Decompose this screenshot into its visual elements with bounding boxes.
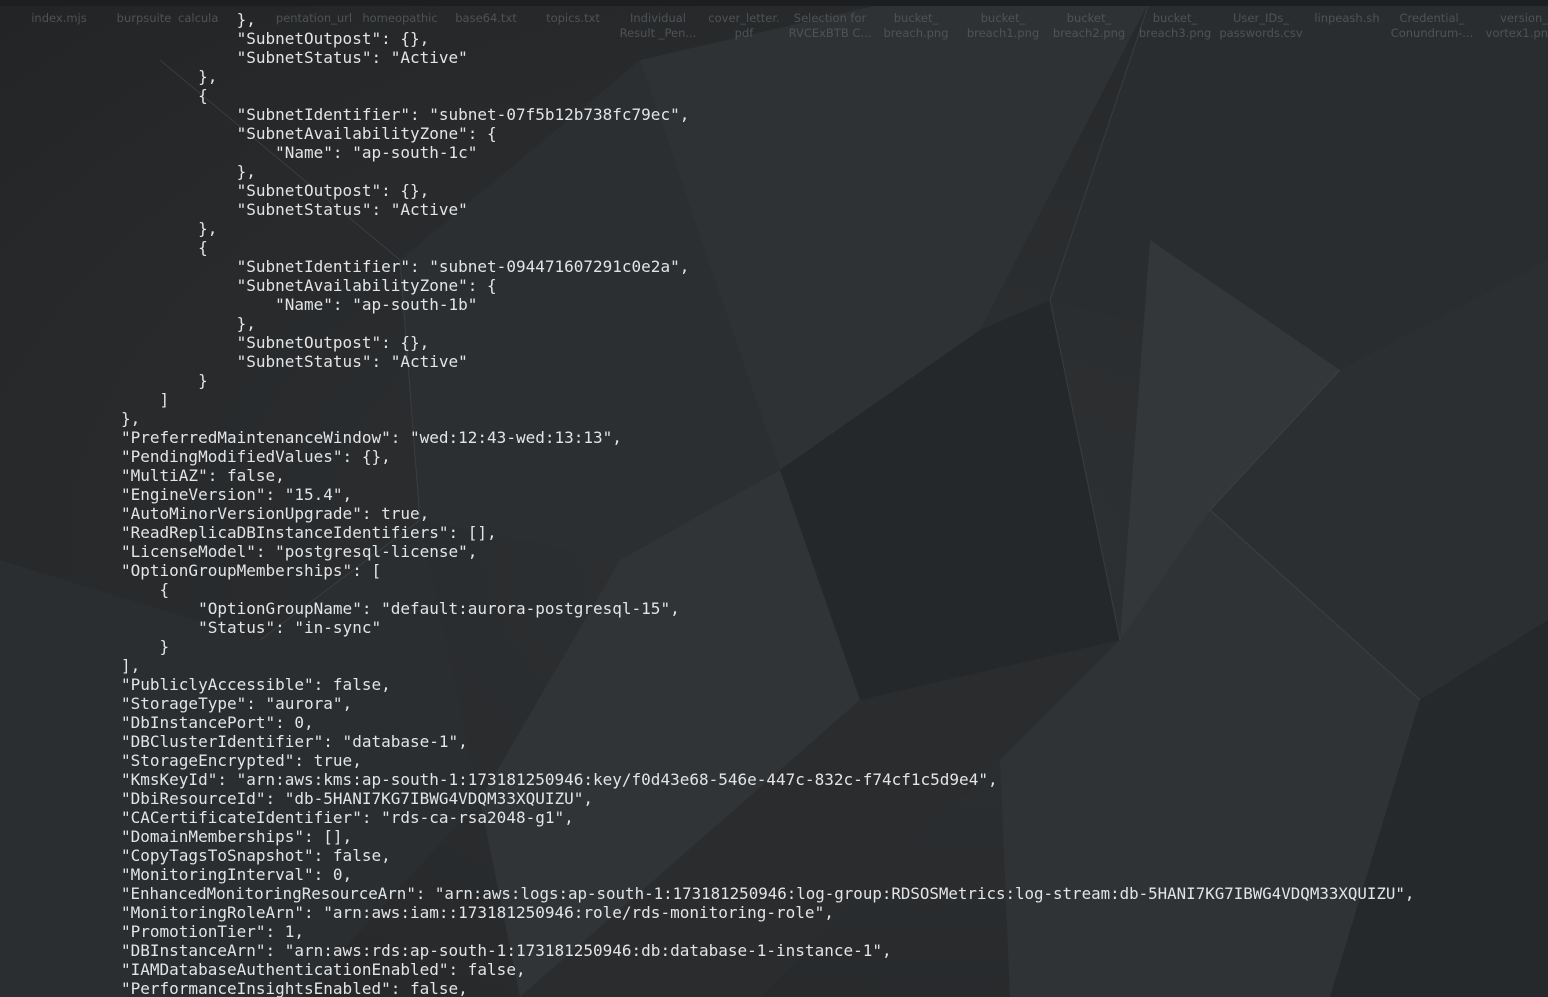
- terminal-line: "AutoMinorVersionUpgrade": true,: [121, 504, 430, 523]
- terminal-line: "SubnetIdentifier": "subnet-094471607291…: [121, 257, 690, 276]
- terminal-line: "DbiResourceId": "db-5HANI7KG7IBWG4VDQM3…: [121, 789, 594, 808]
- terminal-line: "DBInstanceArn": "arn:aws:rds:ap-south-1…: [121, 941, 892, 960]
- terminal-line: "DBClusterIdentifier": "database-1",: [121, 732, 468, 751]
- terminal-line: },: [121, 162, 256, 181]
- terminal-line: },: [121, 219, 218, 238]
- terminal-line: "SubnetStatus": "Active": [121, 352, 468, 371]
- terminal-line: "OptionGroupName": "default:aurora-postg…: [121, 599, 680, 618]
- terminal-line: "Status": "in-sync": [121, 618, 382, 637]
- terminal-line: },: [121, 314, 256, 333]
- terminal-line: },: [121, 67, 218, 86]
- terminal-line: "CopyTagsToSnapshot": false,: [121, 846, 391, 865]
- terminal-line: "SubnetOutpost": {},: [121, 181, 430, 200]
- terminal-line: "ReadReplicaDBInstanceIdentifiers": [],: [121, 523, 497, 542]
- terminal-line: "MonitoringRoleArn": "arn:aws:iam::17318…: [121, 903, 834, 922]
- terminal-line: ],: [121, 656, 141, 675]
- terminal-line: "SubnetAvailabilityZone": {: [121, 276, 497, 295]
- terminal-line: "SubnetStatus": "Active": [121, 48, 468, 67]
- terminal-line: "SubnetAvailabilityZone": {: [121, 124, 497, 143]
- terminal-line: "Name": "ap-south-1b": [121, 295, 478, 314]
- terminal-line: "StorageType": "aurora",: [121, 694, 353, 713]
- terminal-line: "SubnetOutpost": {},: [121, 333, 430, 352]
- terminal-line: "IAMDatabaseAuthenticationEnabled": fals…: [121, 960, 526, 979]
- terminal-line: }: [121, 637, 170, 656]
- terminal-line: },: [121, 10, 256, 29]
- terminal-line: "KmsKeyId": "arn:aws:kms:ap-south-1:1731…: [121, 770, 998, 789]
- terminal-line: "EnhancedMonitoringResourceArn": "arn:aw…: [121, 884, 1415, 903]
- terminal-line: "MultiAZ": false,: [121, 466, 285, 485]
- terminal-line: "PreferredMaintenanceWindow": "wed:12:43…: [121, 428, 622, 447]
- terminal-line: },: [121, 409, 141, 428]
- terminal-output[interactable]: }, "SubnetOutpost": {}, "SubnetStatus": …: [0, 0, 1548, 997]
- terminal-line: "Name": "ap-south-1c": [121, 143, 478, 162]
- terminal-line: }: [121, 371, 208, 390]
- terminal-line: "SubnetIdentifier": "subnet-07f5b12b738f…: [121, 105, 690, 124]
- terminal-line: "LicenseModel": "postgresql-license",: [121, 542, 478, 561]
- terminal-line: "DomainMemberships": [],: [121, 827, 353, 846]
- terminal-line: {: [121, 580, 170, 599]
- terminal-line: "EngineVersion": "15.4",: [121, 485, 353, 504]
- terminal-line: ]: [121, 390, 170, 409]
- terminal-line: "CACertificateIdentifier": "rds-ca-rsa20…: [121, 808, 574, 827]
- terminal-line: "PendingModifiedValues": {},: [121, 447, 391, 466]
- terminal-line: "StorageEncrypted": true,: [121, 751, 362, 770]
- terminal-line: "SubnetOutpost": {},: [121, 29, 430, 48]
- terminal-line: "OptionGroupMemberships": [: [121, 561, 382, 580]
- terminal-line: "SubnetStatus": "Active": [121, 200, 468, 219]
- terminal-line: {: [121, 238, 208, 257]
- terminal-line: "MonitoringInterval": 0,: [121, 865, 353, 884]
- terminal-line: "DbInstancePort": 0,: [121, 713, 314, 732]
- terminal-line: "PerformanceInsightsEnabled": false,: [121, 979, 468, 997]
- desktop-screen: index.mjs burpsuite calcula pentation_ur…: [0, 0, 1548, 997]
- terminal-line: "PubliclyAccessible": false,: [121, 675, 391, 694]
- terminal-line: "PromotionTier": 1,: [121, 922, 305, 941]
- terminal-line: {: [121, 86, 208, 105]
